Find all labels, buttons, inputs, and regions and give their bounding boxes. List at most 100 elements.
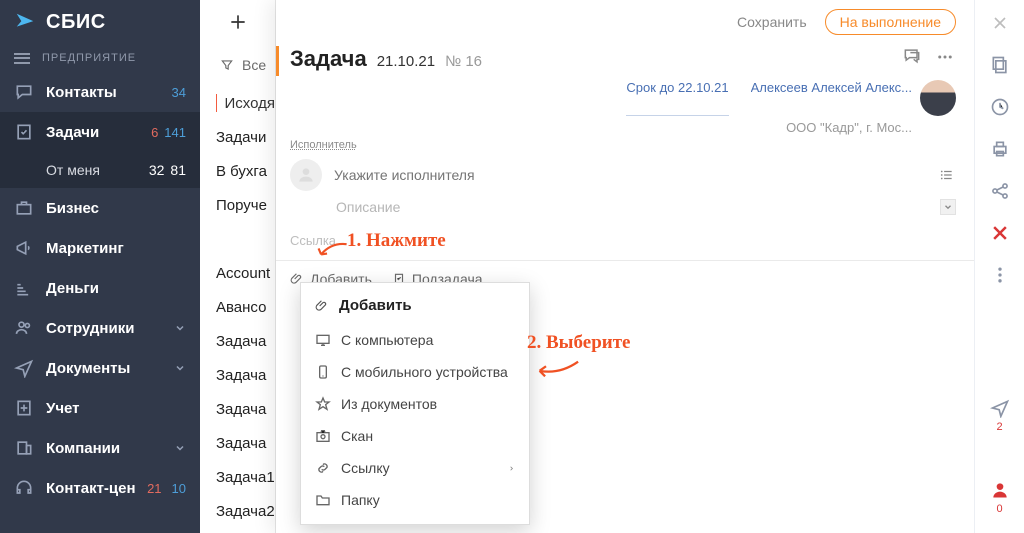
share-button[interactable] [987, 178, 1013, 204]
list-item[interactable]: Задача [216, 358, 275, 392]
list-item[interactable]: Исходя [216, 86, 275, 120]
messages-button[interactable]: 2 [987, 395, 1013, 421]
chevron-down-icon [174, 358, 186, 378]
list-item[interactable]: Авансо [216, 290, 275, 324]
coins-icon [14, 278, 34, 298]
more-vertical-icon [990, 265, 1010, 285]
chevron-down-icon [174, 438, 186, 458]
nav-label: Контакт-цен [46, 480, 147, 497]
sidebar: СБИС ПРЕДПРИЯТИЕ Контакты 34 Задачи 6 14… [0, 0, 200, 533]
list-item[interactable]: Задача1 [216, 460, 275, 494]
dd-folder[interactable]: Папку [301, 484, 529, 516]
list-item[interactable]: Задача2 [216, 494, 275, 528]
menu-icon [14, 53, 30, 64]
description-row: Описание [276, 195, 974, 219]
list-item[interactable]: Задача [216, 324, 275, 358]
executor-label: Исполнитель [276, 139, 974, 151]
nav-count: 34 [172, 85, 186, 100]
nav-label: Учет [46, 400, 186, 417]
nav-staff[interactable]: Сотрудники [0, 308, 200, 348]
badge: 0 [996, 503, 1002, 515]
annotation-2: 2. Выберите [527, 332, 630, 354]
list-icon[interactable] [938, 168, 956, 182]
nav-count-red: 32 [149, 162, 165, 178]
dropdown-title: Добавить [301, 291, 529, 324]
nav-count-red: 6 [151, 125, 158, 140]
list-item[interactable]: Поруче [216, 188, 275, 222]
card-title-row: Задача 21.10.21 № 16 [276, 44, 974, 78]
chat-icon [14, 82, 34, 102]
headset-icon [14, 478, 34, 498]
dd-from-mobile[interactable]: С мобильного устройства [301, 356, 529, 388]
list-item[interactable]: В бухга [216, 154, 275, 188]
chat-icon[interactable] [900, 46, 924, 66]
megaphone-icon [14, 238, 34, 258]
save-button[interactable]: Сохранить [737, 14, 807, 30]
add-button[interactable] [216, 0, 260, 44]
dd-link[interactable]: Ссылку [301, 452, 529, 484]
org-label: ПРЕДПРИЯТИЕ [42, 52, 136, 64]
executor-input[interactable] [334, 167, 926, 183]
description-placeholder[interactable]: Описание [336, 199, 940, 215]
funnel-icon [220, 58, 234, 72]
assignee-name[interactable]: Алексеев Алексей Алекс... [751, 80, 912, 116]
more-button[interactable] [987, 262, 1013, 288]
expand-button[interactable] [940, 199, 956, 215]
org-name: ООО "Кадр", г. Мос... [786, 120, 912, 135]
right-rail: 2 0 [974, 0, 1024, 533]
dd-from-docs[interactable]: Из документов [301, 388, 529, 420]
nav-accounting[interactable]: Учет [0, 388, 200, 428]
monitor-icon [315, 332, 331, 348]
chevron-down-icon [174, 318, 186, 338]
executor-row [276, 151, 974, 195]
annotation-arrow-1 [316, 240, 350, 262]
list-item[interactable]: Задача [216, 392, 275, 426]
link-icon [315, 460, 331, 476]
copy-button[interactable] [987, 52, 1013, 78]
avatar[interactable] [920, 80, 956, 116]
nav-tasks-from-me[interactable]: От меня 32 81 [0, 152, 200, 188]
logo-icon [14, 11, 36, 33]
nav-money[interactable]: Деньги [0, 268, 200, 308]
nav-count: 10 [172, 481, 186, 496]
delete-button[interactable] [987, 220, 1013, 246]
copy-icon [990, 55, 1010, 75]
close-button[interactable] [987, 10, 1013, 36]
submit-button[interactable]: На выполнение [825, 9, 956, 35]
list-item[interactable]: Account [216, 256, 275, 290]
x-icon [990, 223, 1010, 243]
nav-count-red: 21 [147, 481, 161, 496]
org-row[interactable]: ПРЕДПРИЯТИЕ [0, 44, 200, 72]
due-date[interactable]: Срок до 22.10.21 [626, 80, 728, 116]
building-icon [14, 438, 34, 458]
card-number: № 16 [445, 53, 482, 70]
nav-contacts[interactable]: Контакты 34 [0, 72, 200, 112]
nav-docs[interactable]: Документы [0, 348, 200, 388]
print-button[interactable] [987, 136, 1013, 162]
dd-scan[interactable]: Скан [301, 420, 529, 452]
list-item[interactable]: Задачи [216, 120, 275, 154]
dd-from-computer[interactable]: С компьютера [301, 324, 529, 356]
person-button[interactable]: 0 [987, 477, 1013, 503]
annotation-arrow-2 [532, 358, 582, 380]
nav-sub-label: От меня [46, 162, 149, 178]
nav-companies[interactable]: Компании [0, 428, 200, 468]
nav-label: Задачи [46, 124, 151, 141]
nav-marketing[interactable]: Маркетинг [0, 228, 200, 268]
filter-label: Все [242, 57, 266, 73]
clipboard-icon [14, 122, 34, 142]
camera-icon [315, 428, 331, 444]
task-list-column: Все Исходя Задачи В бухга Поруче Account… [200, 0, 276, 533]
list-item[interactable]: Задача [216, 426, 275, 460]
nav-label: Контакты [46, 84, 172, 101]
nav-tasks[interactable]: Задачи 6 141 [0, 112, 200, 152]
history-button[interactable] [987, 94, 1013, 120]
filter-row[interactable]: Все [200, 44, 275, 86]
nav-contact-center[interactable]: Контакт-цен 21 10 [0, 468, 200, 508]
nav-count: 141 [164, 125, 186, 140]
nav-business[interactable]: Бизнес [0, 188, 200, 228]
nav-count: 81 [170, 162, 186, 178]
more-horizontal-icon[interactable] [934, 48, 956, 66]
org-row: ООО "Кадр", г. Мос... [276, 120, 974, 139]
attach-dropdown: Добавить С компьютера С мобильного устро… [300, 282, 530, 525]
